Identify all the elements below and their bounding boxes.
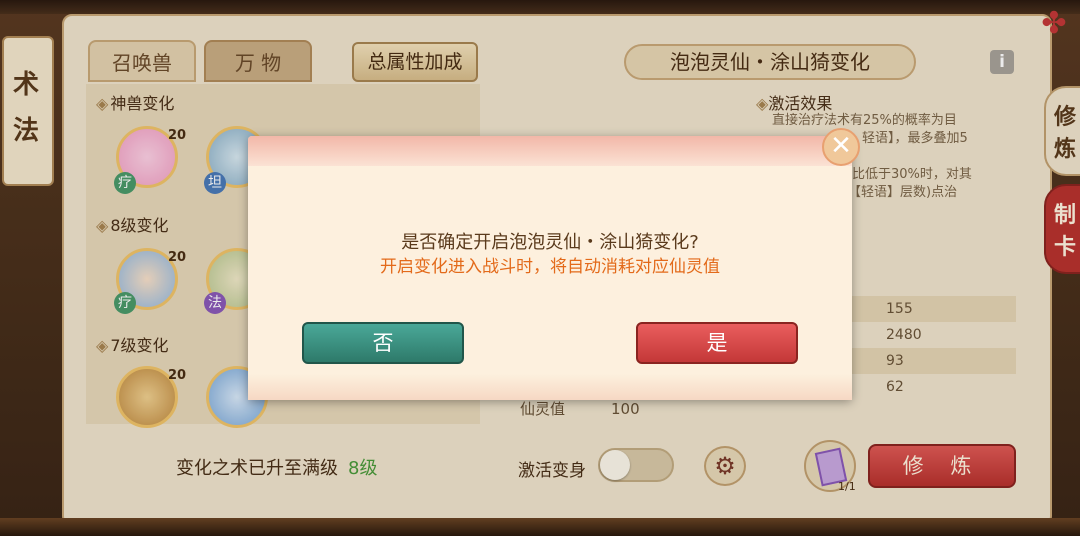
- dialog-header-band: [248, 136, 852, 166]
- dialog-note: 开启变化进入战斗时，将自动消耗对应仙灵值: [380, 257, 720, 277]
- no-button[interactable]: 否: [302, 322, 464, 364]
- close-icon[interactable]: ✕: [822, 128, 860, 166]
- yes-button[interactable]: 是: [636, 322, 798, 364]
- dialog-footer-band: [248, 374, 852, 400]
- dialog-question: 是否确定开启泡泡灵仙・涂山猗变化?: [401, 232, 699, 253]
